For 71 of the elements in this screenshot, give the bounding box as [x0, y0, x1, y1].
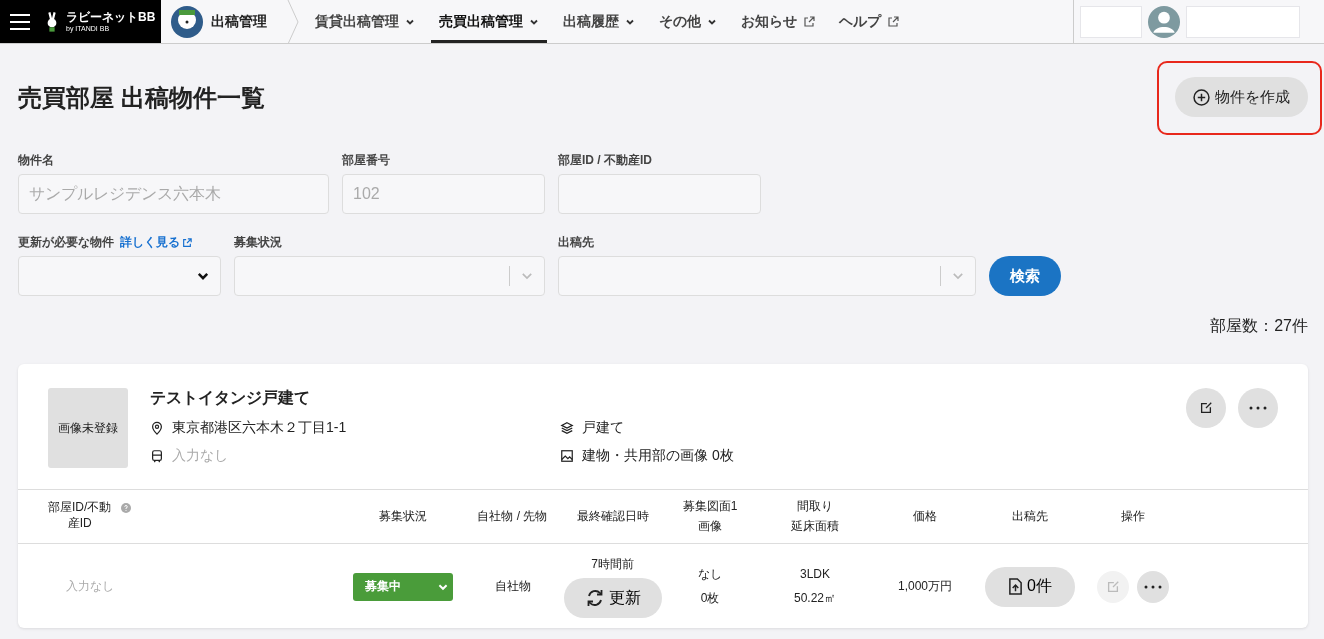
column-header: 募集図面1 画像 — [682, 498, 738, 535]
nav-tab[interactable]: 賃貸出稿管理 — [307, 0, 423, 43]
app-title: 出稿管理 — [211, 12, 267, 31]
table-cell-text: 7時間前 — [591, 555, 634, 573]
plus-circle-icon — [1193, 88, 1210, 106]
more-button[interactable] — [1136, 570, 1169, 603]
property-type: 戸建て — [582, 419, 624, 437]
help-icon — [121, 503, 132, 513]
more-icon — [1143, 584, 1162, 589]
nav-tab[interactable]: 売買出稿管理 — [431, 0, 547, 43]
edit-button[interactable] — [1186, 388, 1226, 428]
update-needed-select[interactable] — [18, 256, 221, 296]
update-button[interactable]: 更新 — [563, 578, 662, 619]
upload-file-icon — [1008, 578, 1024, 595]
layers-icon — [560, 421, 574, 435]
page-title: 売買部屋 出稿物件一覧 — [18, 83, 265, 113]
search-button[interactable]: 検索 — [989, 256, 1061, 296]
column-header: 間取り 延床面積 — [791, 498, 839, 535]
create-property-button[interactable]: 物件を作成 — [1175, 77, 1308, 117]
image-icon — [560, 449, 574, 463]
external-link-icon — [887, 15, 899, 28]
more-button[interactable] — [1238, 388, 1278, 428]
column-header: 部屋ID/不動 産ID — [48, 500, 112, 532]
rabbit-logo-icon — [45, 9, 59, 34]
train-icon — [150, 449, 164, 463]
table-cell: 入力なし — [66, 578, 114, 595]
nav-tab[interactable]: お知らせ — [733, 0, 823, 43]
station: 入力なし — [172, 447, 228, 465]
address: 東京都港区六本木２丁目1-1 — [172, 419, 347, 437]
table-cell-text: 3LDK — [800, 565, 830, 583]
external-link-icon — [182, 237, 192, 248]
field-label: 部屋ID / 不動産ID — [558, 152, 653, 169]
no-image-text: 画像未登録 — [58, 419, 118, 437]
field-label: 募集状況 — [234, 234, 283, 251]
column-header: 操作 — [1120, 507, 1145, 525]
column-header: 価格 — [913, 507, 937, 525]
property-name: テストイタンジ戸建て — [150, 388, 311, 408]
table-cell-text: 50.22㎡ — [794, 590, 836, 607]
table-cell: 自社物 — [494, 578, 531, 595]
room-number-field[interactable]: 102 — [342, 174, 545, 214]
destinations-button[interactable]: 0件 — [985, 566, 1075, 607]
more-icon — [1249, 406, 1267, 410]
field-label: 更新が必要な物件 — [18, 234, 114, 251]
property-name-field[interactable]: サンプルレジデンス六本木 — [18, 174, 329, 214]
field-label: 物件名 — [18, 152, 55, 169]
user-info-block — [1080, 5, 1142, 38]
room-id-field[interactable] — [558, 174, 761, 214]
table-cell-text: 0枚 — [700, 590, 720, 607]
menu-icon[interactable] — [10, 13, 30, 30]
status-select[interactable] — [234, 256, 545, 296]
column-header: 自社物 / 先物 — [477, 507, 548, 525]
room-count: 部屋数：27件 — [1209, 316, 1308, 336]
nav-tab[interactable]: その他 — [651, 0, 725, 43]
field-label: 出稿先 — [558, 234, 595, 251]
image-count: 建物・共用部の画像 0枚 — [582, 447, 734, 465]
field-label: 部屋番号 — [342, 152, 391, 169]
table-cell-text: なし — [698, 565, 722, 583]
brand-name: ラビーネットBB — [66, 11, 156, 23]
location-pin-icon — [150, 421, 164, 435]
column-header: 募集状況 — [378, 507, 427, 525]
table-cell: 1,000万円 — [898, 578, 952, 595]
external-link-icon — [803, 15, 815, 28]
edit-icon — [1105, 579, 1120, 594]
column-header: 出稿先 — [1012, 507, 1048, 525]
avatar-icon[interactable] — [1148, 5, 1180, 38]
edit-icon — [1199, 401, 1213, 415]
details-link[interactable]: 詳しく見る — [120, 234, 192, 251]
nav-tab[interactable]: ヘルプ — [831, 0, 907, 43]
column-header: 最終確認日時 — [576, 507, 649, 525]
destination-select[interactable] — [558, 256, 976, 296]
nav-tab[interactable]: 出稿履歴 — [555, 0, 643, 43]
